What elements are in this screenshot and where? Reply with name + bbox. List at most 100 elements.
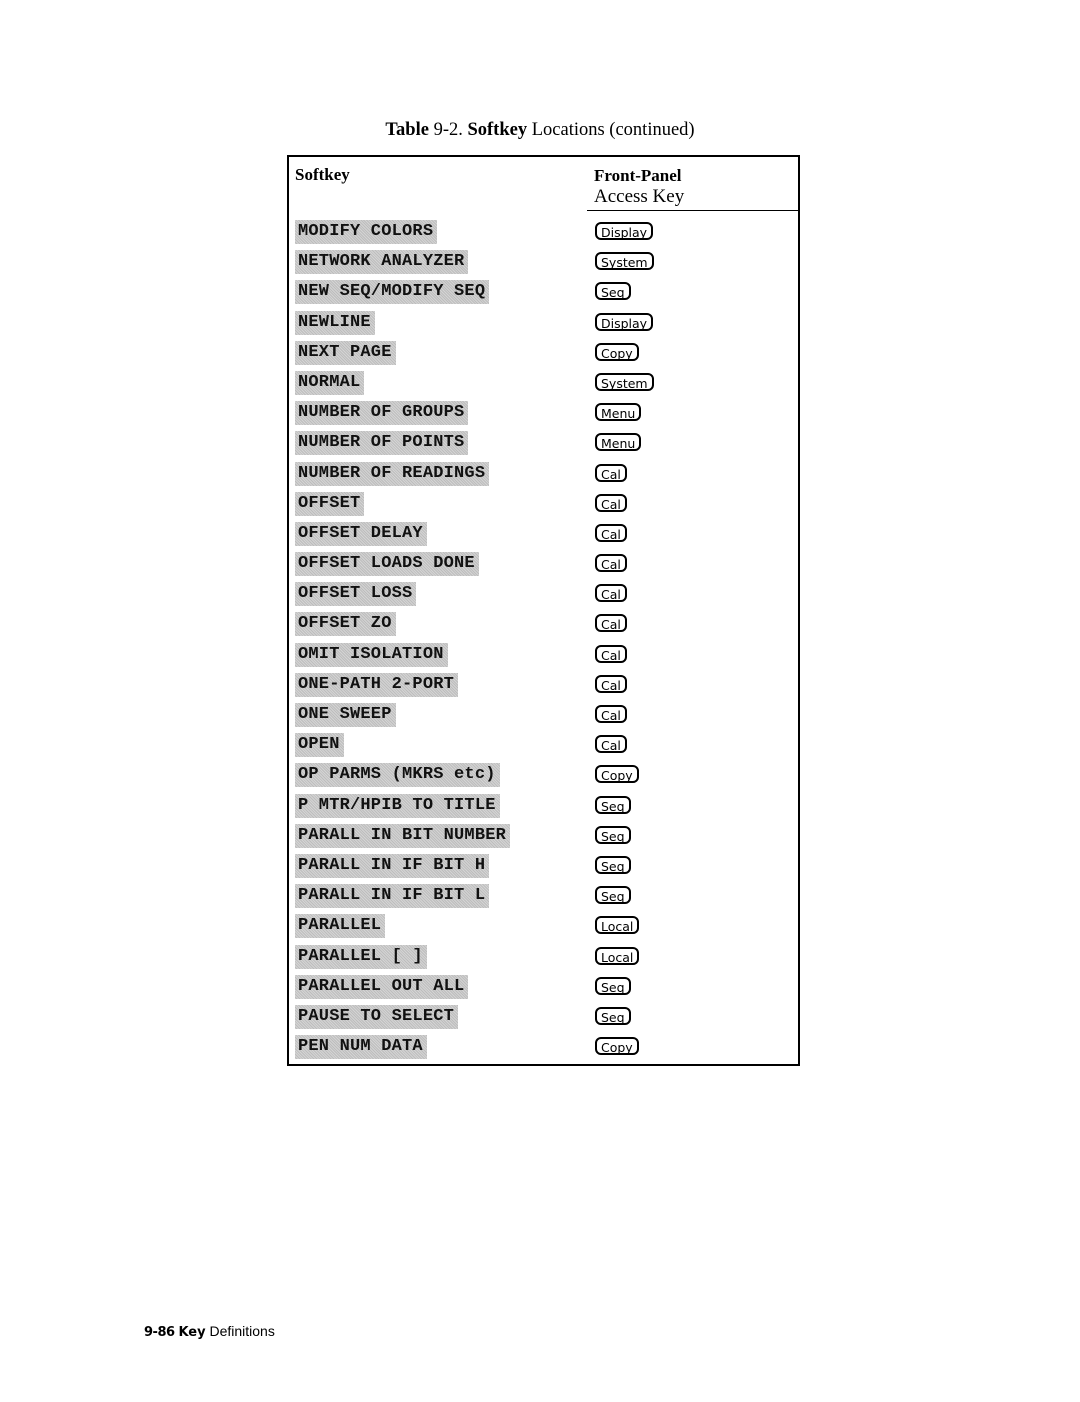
softkey-label: OMIT ISOLATION [295,642,448,667]
table-row: OFFSET LOSS Cal [289,579,798,609]
table-row: PARALL IN BIT NUMBER Seq [289,821,798,851]
table-row: OFFSET Cal [289,489,798,519]
softkey-label: P MTR/HPIB TO TITLE [295,793,500,818]
softkey-label: OFFSET ZO [295,612,396,637]
table-row: PARALLEL Local [289,911,798,941]
softkey-label: NETWORK ANALYZER [295,250,469,275]
header-access-key-label: Access Key [594,186,685,207]
table-body: MODIFY COLORS Display NETWORK ANALYZER Syst… [289,217,798,1062]
softkey-label: NUMBER OF POINTS [295,431,469,456]
softkey-label: PARALLEL [295,914,386,939]
page-footer: 9-86 Key Definitions [144,1323,275,1340]
softkey-label: PAUSE TO SELECT [295,1004,459,1029]
softkey-label: OFFSET [295,491,365,516]
softkey-label: OFFSET LOADS DONE [295,552,479,577]
header-softkey: Softkey [295,165,350,184]
header-divider [587,210,798,211]
softkey-label: MODIFY COLORS [295,220,438,244]
softkey-label: NUMBER OF GROUPS [295,401,469,426]
caption-softkey-word: Softkey [467,120,528,140]
front-panel-key-icon: Seq [595,976,631,995]
table-row: NETWORK ANALYZER System [289,247,798,277]
front-panel-key-icon: Cal [595,554,627,573]
front-panel-key-icon: Display [595,312,654,331]
softkey-label: NEWLINE [295,310,375,335]
softkey-label: NORMAL [295,370,365,395]
table-row: MODIFY COLORS Display [289,217,798,247]
front-panel-key-icon: Seq [595,855,631,874]
front-panel-key-icon: Local [595,946,640,965]
front-panel-key-icon: Cal [595,463,627,482]
table-row: OPEN Cal [289,730,798,760]
table-row: NUMBER OF GROUPS Menu [289,398,798,428]
front-panel-key-icon: Local [595,916,640,935]
softkey-label: OPEN [295,733,344,758]
page-number: 9-86 [144,1325,175,1340]
softkey-label: OFFSET LOSS [295,582,417,607]
table-row: PEN NUM DATA Copy [289,1032,798,1062]
table-row: NEW SEQ/MODIFY SEQ Seq [289,277,798,307]
table-row: NORMAL System [289,368,798,398]
table-row: PAUSE TO SELECT Seq [289,1002,798,1032]
front-panel-key-icon: Seq [595,282,631,301]
table-row: OFFSET ZO Cal [289,609,798,639]
footer-section: Definitions [209,1323,275,1339]
softkey-label: OFFSET DELAY [295,521,427,546]
softkey-label: ONE SWEEP [295,703,396,727]
front-panel-key-icon: System [595,252,654,271]
table-row: OFFSET LOADS DONE Cal [289,549,798,579]
front-panel-key-icon: Display [595,222,654,240]
front-panel-key-icon: Cal [595,674,627,693]
front-panel-key-icon: Cal [595,614,627,633]
header-access-key: Front-Panel Access Key [594,165,684,207]
softkey-label: OP PARMS (MKRS etc) [295,763,500,788]
table-row: NUMBER OF READINGS Cal [289,459,798,489]
front-panel-key-icon: Cal [595,584,627,603]
softkey-label: PARALL IN BIT NUMBER [295,823,511,848]
front-panel-key-icon: Seq [595,825,631,844]
table-row: OMIT ISOLATION Cal [289,640,798,670]
caption-rest: Locations (continued) [531,120,695,140]
table-row: ONE-PATH 2-PORT Cal [289,670,798,700]
table-row: OFFSET DELAY Cal [289,519,798,549]
softkey-label: PARALL IN IF BIT H [295,853,490,878]
table-row: OP PARMS (MKRS etc) Copy [289,760,798,790]
softkey-label: NUMBER OF READINGS [295,461,490,486]
caption-table-word: Table [385,120,429,140]
front-panel-key-icon: Cal [595,705,627,723]
softkey-label: PARALLEL OUT ALL [295,974,469,999]
table-row: PARALL IN IF BIT L Seq [289,881,798,911]
front-panel-key-icon: System [595,372,654,391]
softkey-label: PARALL IN IF BIT L [295,884,490,909]
front-panel-key-icon: Copy [595,765,639,784]
table-caption: Table 9-2. Softkey Locations (continued) [0,120,1080,141]
front-panel-key-icon: Cal [595,523,627,542]
softkey-label: NEXT PAGE [295,340,396,365]
table-row: PARALL IN IF BIT H Seq [289,851,798,881]
softkey-label: PARALLEL [ ] [295,944,427,969]
front-panel-key-icon: Seq [595,1006,631,1025]
footer-key-word: Key [178,1325,206,1340]
header-front-panel: Front-Panel [594,166,682,185]
table-row: NEWLINE Display [289,308,798,338]
table-row: PARALLEL OUT ALL Seq [289,972,798,1002]
front-panel-key-icon: Cal [595,493,627,512]
softkey-label: NEW SEQ/MODIFY SEQ [295,280,490,305]
front-panel-key-icon: Copy [595,342,639,361]
softkey-label: ONE-PATH 2-PORT [295,672,459,697]
table-row: PARALLEL [ ] Local [289,942,798,972]
table-row: NUMBER OF POINTS Menu [289,428,798,458]
table-row: ONE SWEEP Cal [289,700,798,730]
front-panel-key-icon: Menu [595,433,642,452]
front-panel-key-icon: Menu [595,403,642,422]
front-panel-key-icon: Copy [595,1037,639,1056]
softkey-locations-table: Softkey Front-Panel Access Key MODIFY CO… [287,155,800,1066]
caption-table-number: 9-2. [433,120,463,140]
softkey-label: PEN NUM DATA [295,1035,427,1060]
front-panel-key-icon: Cal [595,735,627,754]
table-row: P MTR/HPIB TO TITLE Seq [289,791,798,821]
front-panel-key-icon: Cal [595,644,627,663]
front-panel-key-icon: Seq [595,886,631,905]
front-panel-key-icon: Seq [595,795,631,814]
table-row: NEXT PAGE Copy [289,338,798,368]
